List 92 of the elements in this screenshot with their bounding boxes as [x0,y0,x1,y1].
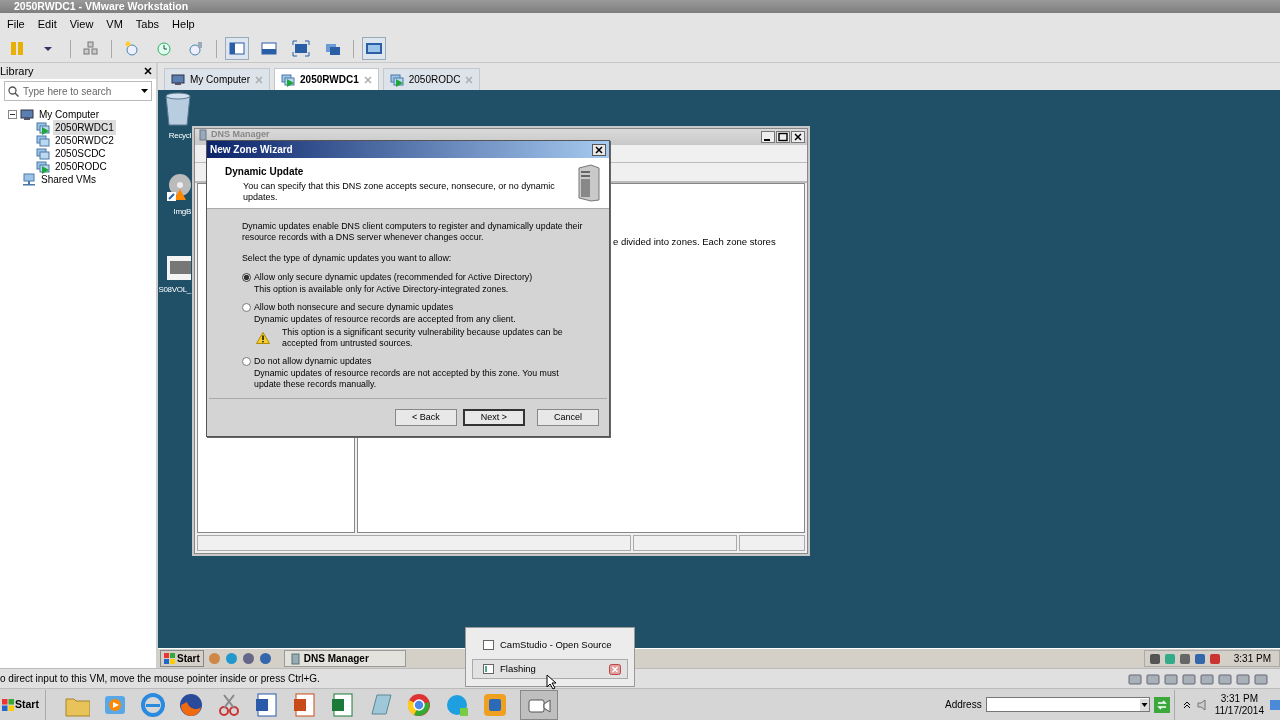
show-desktop-icon[interactable] [1270,697,1280,712]
dialog-button[interactable]: Next > [463,409,525,426]
sidebar-view-icon[interactable] [228,40,246,57]
intro-text: Dynamic updates enable DNS client computers to register and dynamically update their resource records with a DNS server whenever changes occur. [242,221,584,243]
vm-icon [389,72,404,87]
collapse-icon[interactable] [8,110,17,119]
clock: 3:31 PM [1233,652,1271,666]
dialog-button[interactable]: < Back [395,409,457,426]
spreadsheet-icon[interactable] [329,691,356,718]
tab[interactable]: 2050RWDC1 [274,68,379,90]
menu-item[interactable]: VM [106,15,123,33]
close-icon[interactable] [791,131,805,143]
tab-label: My Computer [190,73,250,87]
menu-item[interactable]: Help [172,15,195,33]
address-label: Address [945,698,982,712]
tree-item[interactable]: 2050RWDC2 [53,133,116,148]
network-computer-icon [22,173,36,186]
thumbnail-view-icon[interactable] [365,40,383,57]
tab[interactable]: 2050RODC [382,68,481,90]
tree-item[interactable]: My Computer [37,107,101,122]
window-icon [483,640,494,650]
tab-label: 2050RWDC1 [300,73,359,87]
menu-item[interactable]: File [7,15,25,33]
start-button[interactable]: Start [160,650,204,667]
clock-time: 3:31 PM [1220,692,1258,705]
minimize-icon[interactable] [761,131,775,143]
desktop-icon-label[interactable]: S08VOL_ [158,284,191,296]
mouse-pointer-icon [546,674,557,690]
tree-item[interactable]: Shared VMs [39,172,99,187]
snapshot-manager-icon[interactable] [187,40,205,57]
speaker-icon[interactable] [1196,698,1209,711]
dialog-heading: Dynamic Update [225,165,305,179]
dns-icon [199,129,207,141]
revert-icon[interactable] [155,40,173,57]
panel-title: Library [0,63,34,79]
recycle-bin-icon [165,92,191,126]
circle-logo-icon[interactable] [405,691,432,718]
snapshot-icon[interactable] [123,40,141,57]
server-icon [575,164,601,202]
close-icon[interactable] [592,143,606,156]
description-text: e divided into zones. Each zone stores [613,236,776,247]
menu-item[interactable]: Tabs [135,15,160,33]
tree-item[interactable]: 2050RWDC1 [53,120,116,135]
option-label[interactable]: Do not allow dynamic updates [254,356,587,367]
search-icon [8,85,19,97]
start-button[interactable]: Start [0,689,46,720]
search-box[interactable]: Type here to search [4,81,152,101]
dialog-subheading: You can specify that this DNS zone accepts secure, nonsecure, or no dynamic updates. [242,181,556,203]
dialog-button[interactable]: Cancel [537,409,599,426]
warning-text: This option is a significant security vulnerability because updates can be accepted from untrusted sources. [282,327,564,349]
menu-item[interactable]: Edit [37,15,57,33]
menu-item[interactable]: View [69,15,94,33]
squares-icon[interactable] [481,691,508,718]
caret-icon [141,88,148,94]
tab[interactable]: My Computer [164,68,270,90]
option-description: This option is available only for Active Directory-integrated zones. [254,284,510,295]
close-icon[interactable] [144,67,152,75]
tab-label: 2050RODC [408,73,461,87]
clock-date: 11/17/2014 [1214,704,1264,717]
warning-icon [256,332,270,344]
taskbar-button[interactable]: DNS Manager [283,650,406,667]
option-label[interactable]: Allow both nonsecure and secure dynamic updates [254,302,587,313]
vm-icon [281,72,295,87]
dns-icon [290,652,300,665]
windows-flag-icon [164,653,175,664]
document-icon[interactable] [253,691,280,718]
computer-icon [171,73,185,86]
prompt-text: Select the type of dynamic updates you want to allow: [242,253,453,264]
chevron-icon[interactable] [1182,700,1191,709]
tree-item[interactable]: 2050SCDC [53,146,108,161]
popup-item[interactable]: CamStudio - Open Source [472,635,628,655]
maximize-icon[interactable] [776,131,790,143]
desktop-icon-label[interactable]: ImgB [173,206,191,218]
window-title: DNS Manager [211,129,270,139]
windows-flag-icon [2,698,14,711]
fullscreen-icon[interactable] [292,40,310,57]
popup-item[interactable]: Flashing [472,659,628,679]
radio-button[interactable] [242,273,251,282]
console-view-icon[interactable] [260,40,278,57]
status-message: o direct input to this VM, move the mouse pointer inside or press Ctrl+G. [0,672,320,686]
desktop-icon-label[interactable]: Recycl [168,130,191,142]
radio-button[interactable] [242,357,251,366]
radio-button[interactable] [242,303,251,312]
window-icon [483,664,494,674]
tree-item[interactable]: 2050RODC [53,159,109,174]
presentation-icon[interactable] [291,691,318,718]
window-title: 2050RWDC1 - VMware Workstation [14,0,189,12]
option-label[interactable]: Allow only secure dynamic updates (recommended for Active Directory) [254,272,533,283]
computer-icon [20,108,34,121]
option-description: Dynamic updates of resource records are accepted from any client. [254,314,517,325]
option-description: Dynamic updates of resource records are not accepted by this zone. You must update these records manually. [254,368,560,390]
dialog-title: New Zone Wizard [210,143,293,157]
